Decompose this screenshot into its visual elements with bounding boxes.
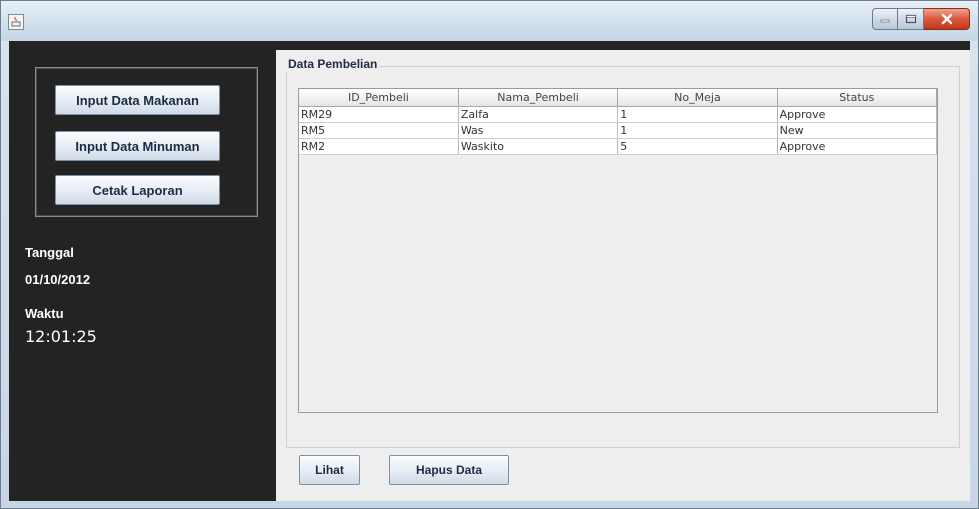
pembelian-table: ID_Pembeli Nama_Pembeli No_Meja Status R… xyxy=(299,89,937,155)
data-pembelian-panel: Data Pembelian ID_Pembeli Nama_Pembeli N… xyxy=(276,50,970,501)
input-data-minuman-button[interactable]: Input Data Minuman xyxy=(55,131,220,161)
maximize-button[interactable] xyxy=(898,8,924,30)
cell-id-pembeli[interactable]: RM2 xyxy=(299,138,459,155)
pembelian-table-scrollpane[interactable]: ID_Pembeli Nama_Pembeli No_Meja Status R… xyxy=(298,88,938,413)
cetak-laporan-button[interactable]: Cetak Laporan xyxy=(55,175,220,205)
cell-status[interactable]: New xyxy=(777,122,937,139)
java-app-icon[interactable] xyxy=(8,14,24,30)
table-row[interactable]: RM2 Waskito 5 Approve xyxy=(299,138,937,155)
window-controls xyxy=(872,8,970,30)
time-label: Waktu xyxy=(25,306,64,321)
application-window: Input Data Makanan Input Data Minuman Ce… xyxy=(0,0,979,509)
column-header-nama-pembeli[interactable]: Nama_Pembeli xyxy=(458,89,619,107)
date-value: 01/10/2012 xyxy=(25,272,91,287)
panel-title: Data Pembelian xyxy=(286,57,380,71)
cell-id-pembeli[interactable]: RM29 xyxy=(299,106,459,123)
cell-nama-pembeli[interactable]: Zalfa xyxy=(458,106,619,123)
minimize-icon xyxy=(880,19,890,23)
cell-nama-pembeli[interactable]: Waskito xyxy=(458,138,619,155)
input-data-makanan-button[interactable]: Input Data Makanan xyxy=(55,85,220,115)
table-header-row: ID_Pembeli Nama_Pembeli No_Meja Status xyxy=(299,89,937,107)
cell-no-meja[interactable]: 1 xyxy=(617,106,778,123)
cell-no-meja[interactable]: 5 xyxy=(617,138,778,155)
cell-no-meja[interactable]: 1 xyxy=(617,122,778,139)
close-icon xyxy=(941,13,952,25)
minimize-button[interactable] xyxy=(872,8,898,30)
hapus-data-button[interactable]: Hapus Data xyxy=(389,455,509,485)
client-area: Input Data Makanan Input Data Minuman Ce… xyxy=(9,41,970,501)
cell-status[interactable]: Approve xyxy=(777,138,937,155)
cell-status[interactable]: Approve xyxy=(777,106,937,123)
column-header-status[interactable]: Status xyxy=(777,89,937,107)
java-app-icon-glyph xyxy=(11,16,21,27)
table-row[interactable]: RM29 Zalfa 1 Approve xyxy=(299,106,937,123)
cell-nama-pembeli[interactable]: Was xyxy=(458,122,619,139)
lihat-button[interactable]: Lihat xyxy=(299,455,360,485)
column-header-id-pembeli[interactable]: ID_Pembeli xyxy=(299,89,459,107)
title-bar[interactable] xyxy=(1,1,978,41)
cell-id-pembeli[interactable]: RM5 xyxy=(299,122,459,139)
column-header-no-meja[interactable]: No_Meja xyxy=(617,89,778,107)
maximize-icon xyxy=(905,14,916,24)
time-value: 12:01:25 xyxy=(25,327,97,346)
table-row[interactable]: RM5 Was 1 New xyxy=(299,122,937,139)
menu-box: Input Data Makanan Input Data Minuman Ce… xyxy=(35,67,258,217)
date-label: Tanggal xyxy=(25,245,74,260)
close-button[interactable] xyxy=(924,8,970,30)
